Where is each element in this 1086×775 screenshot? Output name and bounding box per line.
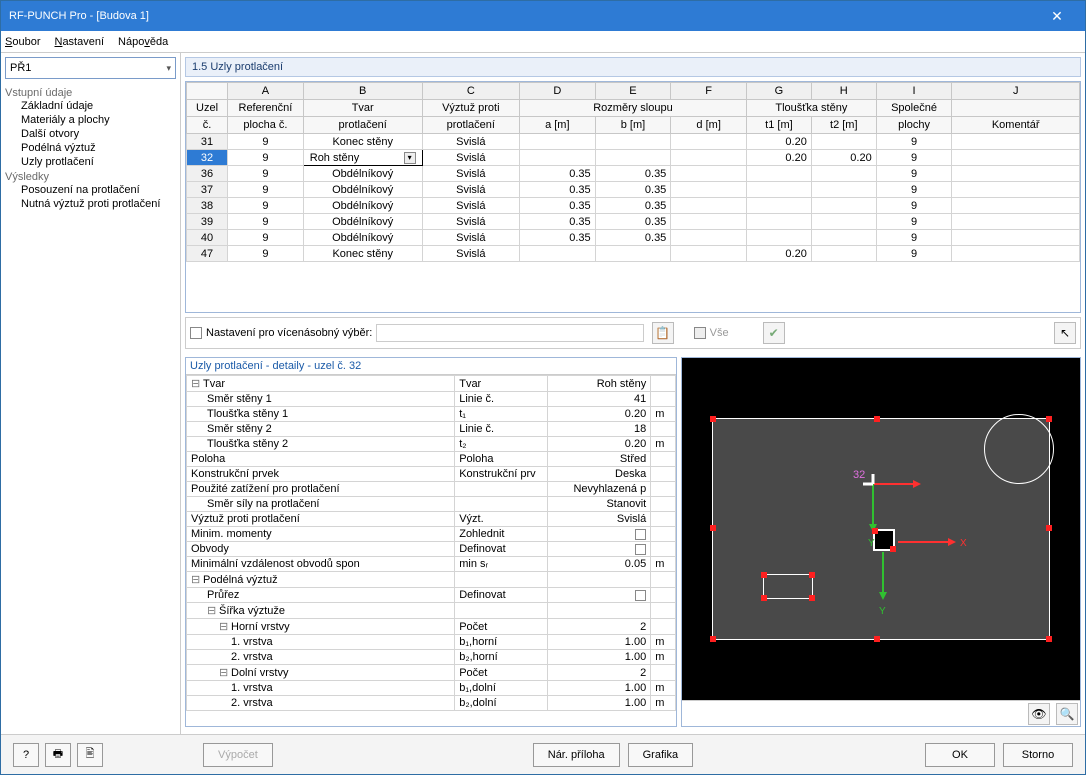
detail-row[interactable]: ⊟TvarTvarRoh stěny (187, 376, 676, 392)
menu-file[interactable]: Soubor (5, 36, 40, 48)
tree-item[interactable]: Další otvory (5, 127, 176, 141)
tree-item[interactable]: Podélná výztuž (5, 141, 176, 155)
help-icon[interactable]: ? (13, 743, 39, 767)
table-row[interactable]: 329Roh stěny▾Svislá0.200.209 (187, 150, 1080, 166)
detail-row[interactable]: PrůřezDefinovat (187, 588, 676, 603)
svg-text:X: X (960, 538, 967, 549)
tree-cat-input: Vstupní údaje (5, 87, 176, 99)
tree-item[interactable]: Uzly protlačení (5, 155, 176, 169)
export-icon[interactable]: 🖹 (77, 743, 103, 767)
detail-row[interactable]: Směr stěny 1Linie č.41 (187, 392, 676, 407)
graphics-button[interactable]: Grafika (628, 743, 693, 767)
table-row[interactable]: 479Konec stěnySvislá0.209 (187, 246, 1080, 262)
detail-row[interactable]: Směr síly na protlačeníStanovit (187, 497, 676, 512)
detail-row[interactable]: ⊟Podélná výztuž (187, 572, 676, 588)
titlebar: RF-PUNCH Pro - [Budova 1] ✕ (1, 1, 1085, 31)
detail-row[interactable]: 1. vrstvab₁,dolní1.00m (187, 681, 676, 696)
detail-row[interactable]: Tloušťka stěny 1t₁0.20m (187, 407, 676, 422)
print-icon[interactable]: 🖶 (45, 743, 71, 767)
table-row[interactable]: 409ObdélníkovýSvislá0.350.359 (187, 230, 1080, 246)
footer: ? 🖶 🖹 Výpočet Nár. příloha Grafika OK St… (1, 734, 1085, 774)
detail-row[interactable]: 2. vrstvab₂,dolní1.00m (187, 696, 676, 711)
svg-text:Y: Y (879, 606, 886, 617)
detail-row[interactable]: PolohaPolohaStřed (187, 452, 676, 467)
tree-item[interactable]: Posouzení na protlačení (5, 183, 176, 197)
case-combo-value: PŘ1 (10, 62, 31, 74)
detail-row[interactable]: Tloušťka stěny 2t₂0.20m (187, 437, 676, 452)
detail-row[interactable]: ⊟Šířka výztuže (187, 603, 676, 619)
multi-label: Nastavení pro vícenásobný výběr: (206, 327, 372, 339)
preview-panel: 32 (681, 357, 1081, 727)
all-label: Vše (710, 327, 729, 339)
case-combo[interactable]: PŘ1 ▾ (5, 57, 176, 79)
pick-icon[interactable]: ↖ (1054, 322, 1076, 344)
ok-button[interactable]: OK (925, 743, 995, 767)
detail-row[interactable]: Konstrukční prvekKonstrukční prvDeska (187, 467, 676, 482)
menu-settings[interactable]: Nastavení (54, 36, 104, 48)
detail-row[interactable]: Minimální vzdálenost obvodů sponmin sᵣ0.… (187, 557, 676, 572)
multi-select-row: Nastavení pro vícenásobný výběr: 📋 Vše ✔… (185, 317, 1081, 349)
zoom-icon[interactable]: 🔍 (1056, 703, 1078, 725)
menu-help[interactable]: Nápověda (118, 36, 168, 48)
detail-row[interactable]: Výztuž proti protlačeníVýzt.Svislá (187, 512, 676, 527)
annex-button[interactable]: Nár. příloha (533, 743, 620, 767)
tree-item[interactable]: Materiály a plochy (5, 113, 176, 127)
details-title: Uzly protlačení - detaily - uzel č. 32 (186, 358, 676, 374)
svg-text:Y: Y (868, 538, 875, 549)
detail-row[interactable]: ⊟Horní vrstvyPočet2 (187, 619, 676, 635)
detail-row[interactable]: ObvodyDefinovat (187, 542, 676, 557)
multi-input[interactable] (376, 324, 643, 342)
tree-item[interactable]: Nutná výztuž proti protlačení (5, 197, 176, 211)
detail-row[interactable]: Směr stěny 2Linie č.18 (187, 422, 676, 437)
cancel-button[interactable]: Storno (1003, 743, 1073, 767)
sidebar: PŘ1 ▾ Vstupní údaje Základní údajeMateri… (1, 53, 181, 734)
table-row[interactable]: 379ObdélníkovýSvislá0.350.359 (187, 182, 1080, 198)
close-icon[interactable]: ✕ (1037, 8, 1077, 25)
section-title: 1.5 Uzly protlačení (185, 57, 1081, 77)
detail-row[interactable]: Použité zatížení pro protlačeníNevyhlaze… (187, 482, 676, 497)
preview-canvas[interactable]: 32 (682, 358, 1080, 700)
detail-row[interactable]: Minim. momentyZohlednit (187, 527, 676, 542)
window-title: RF-PUNCH Pro - [Budova 1] (9, 10, 1037, 22)
detail-row[interactable]: 1. vrstvab₁,horní1.00m (187, 635, 676, 650)
table-row[interactable]: 389ObdélníkovýSvislá0.350.359 (187, 198, 1080, 214)
eye-icon[interactable]: 👁 (1028, 703, 1050, 725)
table-row[interactable]: 369ObdélníkovýSvislá0.350.359 (187, 166, 1080, 182)
detail-row[interactable]: ⊟Dolní vrstvyPočet2 (187, 665, 676, 681)
tree-cat-results: Výsledky (5, 171, 176, 183)
table-row[interactable]: 399ObdélníkovýSvislá0.350.359 (187, 214, 1080, 230)
menubar: Soubor Nastavení Nápověda (1, 31, 1085, 53)
detail-row[interactable]: 2. vrstvab₂,horní1.00m (187, 650, 676, 665)
filter-icon[interactable]: 📋 (652, 322, 674, 344)
table-row[interactable]: 319Konec stěnySvislá0.209 (187, 134, 1080, 150)
nav-tree: Vstupní údaje Základní údajeMateriály a … (1, 83, 180, 734)
apply-icon[interactable]: ✔ (763, 322, 785, 344)
tree-item[interactable]: Základní údaje (5, 99, 176, 113)
calculate-button[interactable]: Výpočet (203, 743, 273, 767)
all-check[interactable] (694, 327, 706, 339)
main-grid[interactable]: ABCDEFGHIJ UzelReferenčníTvarVýztuž prot… (185, 81, 1081, 313)
chevron-down-icon: ▾ (166, 63, 171, 74)
multi-check[interactable] (190, 327, 202, 339)
details-panel: Uzly protlačení - detaily - uzel č. 32 ⊟… (185, 357, 677, 727)
